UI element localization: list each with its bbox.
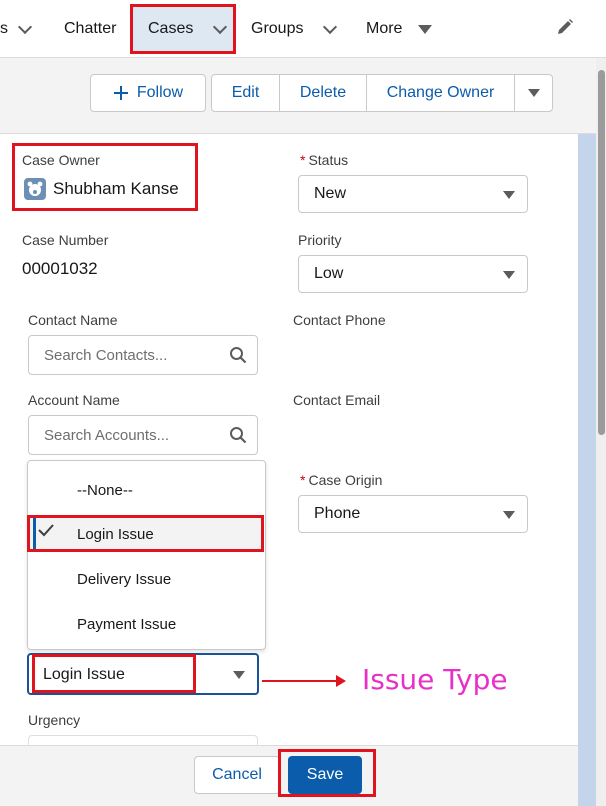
priority-select[interactable]: Low bbox=[298, 255, 528, 293]
change-owner-button-label: Change Owner bbox=[386, 84, 495, 101]
nav-item-more[interactable]: More bbox=[366, 0, 433, 58]
chevron-down-icon[interactable] bbox=[323, 19, 338, 34]
save-button-label: Save bbox=[306, 766, 344, 783]
nav-item-chatter[interactable]: Chatter bbox=[64, 0, 116, 58]
case-origin-label: * Case Origin bbox=[300, 472, 383, 488]
priority-label: Priority bbox=[298, 232, 342, 248]
account-search-field[interactable] bbox=[28, 415, 258, 455]
status-select[interactable]: New bbox=[298, 175, 528, 213]
arrow-right-icon bbox=[336, 675, 346, 687]
nav-item-partial[interactable]: s bbox=[0, 0, 33, 58]
action-button-group: Edit Delete Change Owner bbox=[211, 74, 553, 112]
plus-icon bbox=[113, 86, 128, 100]
top-nav-bar: s Chatter Cases Groups More bbox=[0, 0, 606, 58]
dropdown-option[interactable]: Login Issue bbox=[77, 526, 154, 543]
nav-item-cases[interactable]: Cases bbox=[148, 0, 228, 58]
edit-button-label: Edit bbox=[231, 84, 260, 101]
status-label: * Status bbox=[300, 152, 349, 168]
dropdown-option[interactable]: --None-- bbox=[77, 482, 133, 499]
save-button[interactable]: Save bbox=[288, 756, 362, 794]
annotation-arrow bbox=[262, 680, 338, 682]
follow-button[interactable]: Follow bbox=[90, 74, 206, 112]
case-owner-value[interactable]: Shubham Kanse bbox=[53, 179, 179, 199]
edit-button[interactable]: Edit bbox=[212, 75, 279, 111]
nav-item-groups-label: Groups bbox=[251, 20, 304, 37]
case-owner-label: Case Owner bbox=[22, 152, 100, 168]
caret-down-icon bbox=[503, 271, 515, 279]
pencil-icon[interactable] bbox=[556, 18, 574, 36]
chevron-down-icon[interactable] bbox=[17, 19, 33, 34]
caret-down-icon bbox=[503, 511, 515, 519]
check-icon bbox=[38, 524, 54, 537]
dropdown-option[interactable]: Delivery Issue bbox=[77, 571, 171, 588]
priority-select-value: Low bbox=[314, 265, 344, 282]
contact-phone-label: Contact Phone bbox=[293, 312, 386, 328]
contact-search-input[interactable] bbox=[44, 346, 224, 364]
background-panel bbox=[578, 134, 596, 806]
search-icon bbox=[230, 347, 247, 364]
nav-item-chatter-label: Chatter bbox=[64, 20, 117, 37]
follow-button-label: Follow bbox=[136, 84, 184, 101]
case-origin-select-value: Phone bbox=[314, 505, 361, 522]
delete-button[interactable]: Delete bbox=[280, 75, 366, 111]
nav-item-cases-label: Cases bbox=[148, 20, 194, 37]
change-owner-button[interactable]: Change Owner bbox=[367, 75, 514, 111]
contact-name-label: Contact Name bbox=[28, 312, 118, 328]
account-name-label: Account Name bbox=[28, 392, 120, 408]
chevron-down-icon[interactable] bbox=[213, 19, 228, 34]
dropdown-option[interactable]: Payment Issue bbox=[77, 616, 176, 633]
search-icon bbox=[230, 427, 247, 444]
caret-down-icon bbox=[233, 671, 245, 679]
case-number-value: 00001032 bbox=[22, 259, 98, 278]
status-select-value: New bbox=[314, 185, 347, 202]
issue-type-select-value: Login Issue bbox=[43, 666, 125, 683]
case-origin-select[interactable]: Phone bbox=[298, 495, 528, 533]
caret-down-icon bbox=[527, 89, 540, 97]
nav-item-more-label: More bbox=[366, 20, 403, 37]
account-search-input[interactable] bbox=[44, 426, 224, 444]
avatar-icon bbox=[24, 178, 46, 200]
cancel-button[interactable]: Cancel bbox=[194, 756, 280, 794]
case-number-label: Case Number bbox=[22, 232, 109, 248]
contact-email-label: Contact Email bbox=[293, 392, 381, 408]
more-actions-button[interactable] bbox=[515, 75, 552, 111]
scrollbar-thumb[interactable] bbox=[598, 70, 605, 435]
delete-button-label: Delete bbox=[299, 84, 347, 101]
caret-down-icon bbox=[503, 191, 515, 199]
urgency-label: Urgency bbox=[28, 712, 81, 728]
cancel-button-label: Cancel bbox=[212, 766, 262, 783]
annotation-label: Issue Type bbox=[362, 663, 508, 696]
contact-search-field[interactable] bbox=[28, 335, 258, 375]
caret-down-icon bbox=[418, 24, 433, 34]
nav-item-groups[interactable]: Groups bbox=[251, 0, 338, 58]
nav-item-partial-label: s bbox=[0, 20, 8, 37]
